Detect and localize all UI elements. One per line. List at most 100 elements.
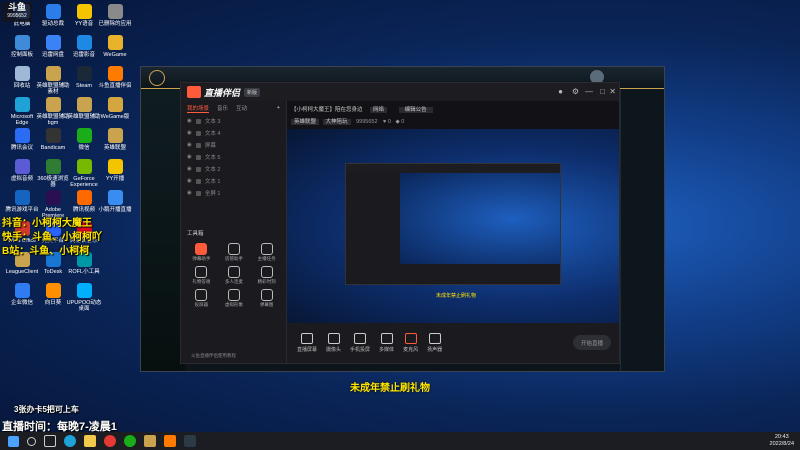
- desktop-icon-label: 企业微信: [10, 300, 33, 306]
- source-label: 摄像头: [326, 347, 342, 353]
- desktop-icon-label: 腾讯会议: [10, 145, 33, 151]
- avatar-icon[interactable]: ●: [558, 87, 563, 96]
- source-icon: [428, 333, 441, 344]
- desktop-icon-label: 小鹅开播直播: [98, 207, 132, 213]
- visibility-icon[interactable]: ◉: [187, 118, 192, 124]
- app-icon: [76, 4, 92, 19]
- scene-tab[interactable]: 音乐: [217, 104, 228, 112]
- douyu-app-icon[interactable]: [164, 435, 176, 447]
- source-label: 麦克风: [403, 347, 419, 353]
- tool-item[interactable]: 虚拟形象: [218, 289, 251, 308]
- tool-label: 多人连麦: [224, 279, 243, 284]
- tool-item[interactable]: 弹幕助手: [185, 243, 218, 262]
- category-tag[interactable]: 英雄联盟: [291, 119, 320, 125]
- fans-icon: ♥: [383, 119, 387, 125]
- game-app-icon[interactable]: [184, 435, 196, 447]
- desktop-icon-label: 腾讯视频: [72, 207, 95, 213]
- maximize-icon[interactable]: □: [600, 87, 605, 96]
- app-icon: [107, 97, 123, 112]
- source-button[interactable]: 直播屏幕: [297, 333, 317, 353]
- minimize-icon[interactable]: —: [585, 87, 593, 96]
- explorer-icon[interactable]: [84, 435, 96, 447]
- scene-row[interactable]: ◉ 全屏 1: [181, 187, 286, 199]
- visibility-icon[interactable]: ◉: [187, 166, 192, 172]
- tool-label: 弹幕图: [259, 302, 274, 307]
- room-id: 9995652: [356, 119, 378, 125]
- source-button[interactable]: 手机投屏: [350, 333, 370, 353]
- sub-category-tag[interactable]: 大神陪玩: [322, 119, 351, 125]
- task-view-icon[interactable]: [44, 435, 56, 447]
- desktop-icon[interactable]: 小鹅开播直播: [97, 190, 133, 226]
- clock-time: 20:43: [774, 434, 789, 440]
- app-icon: [14, 128, 30, 143]
- tool-item[interactable]: 主播任务: [250, 243, 283, 262]
- start-stream-button[interactable]: 开始直播: [573, 335, 611, 350]
- tools-title: 工具箱: [187, 231, 204, 237]
- source-type-icon: [195, 142, 201, 148]
- scene-tab[interactable]: 我的场景: [187, 104, 210, 113]
- source-button[interactable]: 麦克风: [403, 333, 418, 353]
- tool-item[interactable]: 礼物答谢: [185, 266, 218, 285]
- desktop-icon-label: WeGame版: [100, 114, 130, 120]
- overlay-notice: 未成年禁止刷礼物: [350, 383, 430, 394]
- settings-icon[interactable]: ⚙: [572, 87, 579, 96]
- app-icon: [76, 66, 92, 81]
- visibility-icon[interactable]: ◉: [187, 154, 192, 160]
- scene-row[interactable]: ◉ 文本 1: [181, 175, 286, 187]
- stream-preview: 未成年禁止刷礼物: [287, 129, 619, 325]
- source-type-icon: [195, 190, 201, 196]
- scene-label: 全屏 1: [204, 191, 221, 197]
- chrome-icon[interactable]: [104, 435, 116, 447]
- desktop-icon-label: 向日葵: [44, 300, 62, 306]
- close-icon[interactable]: ✕: [609, 87, 616, 96]
- scene-panel: 我的场景 音乐 互动 + ◉ 文本 3 ◉ 文本 4 ◉ 屏幕 ◉ 文本 5 ◉ 文本 2 ◉ 文本 1 ◉ 全…: [181, 101, 287, 363]
- fans-count: 0: [387, 119, 391, 125]
- visibility-icon[interactable]: ◉: [187, 178, 192, 184]
- app-icon: [45, 190, 61, 205]
- scene-row[interactable]: ◉ 文本 4: [181, 127, 286, 139]
- scene-tab[interactable]: 互动: [236, 104, 247, 112]
- tool-item[interactable]: 房管助手: [218, 243, 251, 262]
- source-button[interactable]: 多媒体: [379, 333, 394, 353]
- source-type-icon: [195, 178, 201, 184]
- edge-icon[interactable]: [64, 435, 76, 447]
- source-button[interactable]: 摄像头: [326, 333, 341, 353]
- desktop-icon-label: 驱动总裁: [41, 21, 64, 27]
- main-preview-area: 【小柯柯大魔王】陪在您身边 网络 编辑公告 英雄联盟 大神陪玩 9995652 …: [287, 101, 619, 363]
- lol-icon[interactable]: [144, 435, 156, 447]
- desktop-icon[interactable]: UPUPOO动态桌面: [66, 283, 102, 319]
- scene-label: 文本 5: [204, 155, 221, 161]
- visibility-icon[interactable]: ◉: [187, 142, 192, 148]
- tool-icon: [195, 243, 208, 255]
- system-clock[interactable]: 20:43 2022/8/24: [770, 434, 794, 448]
- tool-icon: [227, 266, 240, 278]
- tool-item[interactable]: 多人连麦: [218, 266, 251, 285]
- visibility-icon[interactable]: ◉: [187, 190, 192, 196]
- scene-row[interactable]: ◉ 文本 5: [181, 151, 286, 163]
- tool-item[interactable]: 弹幕图: [250, 289, 283, 308]
- room-title[interactable]: 【小柯柯大魔王】陪在您身边: [291, 107, 363, 113]
- scene-row[interactable]: ◉ 文本 3: [181, 115, 286, 127]
- tool-item[interactable]: 精彩时刻: [250, 266, 283, 285]
- start-icon[interactable]: [8, 435, 19, 447]
- search-icon[interactable]: [27, 436, 36, 446]
- source-button[interactable]: 扬声器: [427, 333, 442, 353]
- edit-notice-button[interactable]: 编辑公告: [398, 107, 433, 113]
- scene-row[interactable]: ◉ 文本 2: [181, 163, 286, 175]
- desktop-icon-label: ToDesk: [43, 269, 63, 275]
- tool-label: 投屏器: [194, 302, 209, 307]
- tool-item[interactable]: 投屏器: [185, 289, 218, 308]
- tool-label: 精彩时刻: [257, 279, 276, 284]
- scene-row[interactable]: ◉ 屏幕: [181, 139, 286, 151]
- visibility-icon[interactable]: ◉: [187, 130, 192, 136]
- add-scene-icon[interactable]: +: [277, 105, 280, 111]
- app-icon: [14, 190, 30, 205]
- desktop-icon-label: YY语音: [74, 21, 94, 27]
- desktop-icon-label: 英雄联盟: [103, 145, 126, 151]
- wechat-icon[interactable]: [124, 435, 136, 447]
- desktop-icon-label: 回收站: [13, 83, 31, 89]
- scene-tabs: 我的场景 音乐 互动 +: [181, 101, 286, 115]
- desktop-icon-label: UPUPOO动态桌面: [66, 300, 102, 312]
- tutorial-link[interactable]: 斗鱼直播伴侣使用教程: [191, 353, 236, 359]
- tool-icon: [260, 243, 273, 255]
